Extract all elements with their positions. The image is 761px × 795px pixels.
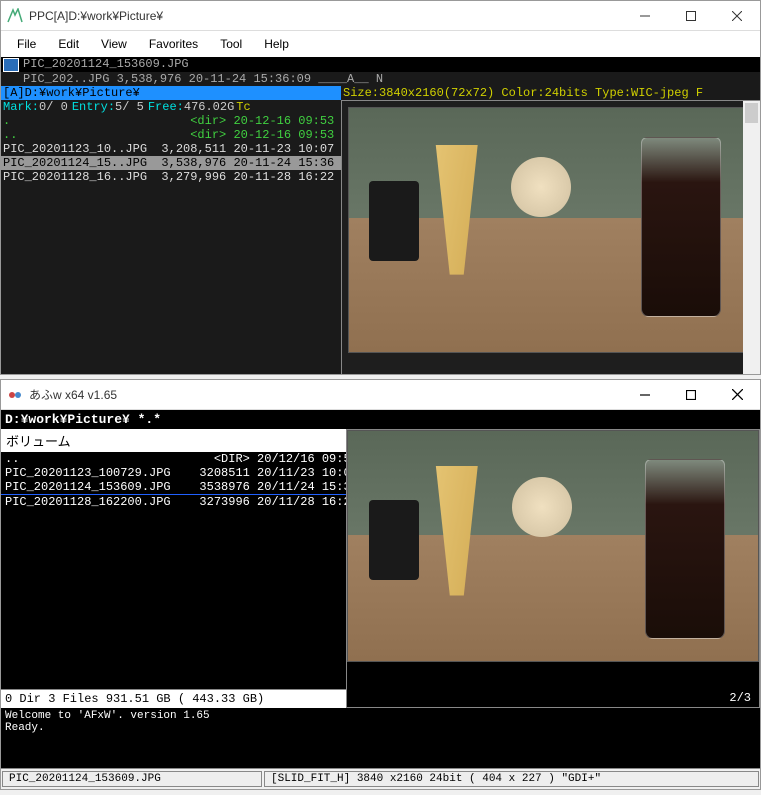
- entry-label: Entry:: [72, 100, 115, 114]
- ppc-menubar: File Edit View Favorites Tool Help: [1, 31, 760, 57]
- afx-title: あふw x64 v1.65: [29, 386, 622, 403]
- file-row[interactable]: .. <DIR> 20/12/16 09:53:34: [1, 452, 346, 466]
- mark-value: 0/ 0: [39, 100, 68, 114]
- afx-log-line: Welcome to 'AFxW'. version 1.65: [5, 710, 756, 722]
- entry-value: 5/ 5: [115, 100, 144, 114]
- preview-image: [348, 107, 754, 353]
- ppc-path[interactable]: [A]D:¥work¥Picture¥: [1, 86, 341, 100]
- afx-image-counter: 2/3: [725, 691, 755, 705]
- file-row[interactable]: PIC_20201124_15..JPG 3,538,976 20-11-24 …: [1, 156, 341, 170]
- ppc-title: PPC[A]D:¥work¥Picture¥: [29, 9, 622, 23]
- file-row[interactable]: .. <dir> 20-12-16 09:53: [1, 128, 341, 142]
- afx-status: 0 Dir 3 Files 931.51 GB ( 443.33 GB): [1, 689, 346, 708]
- menu-view[interactable]: View: [91, 33, 137, 55]
- afx-status-filename: PIC_20201124_153609.JPG: [2, 771, 262, 787]
- tc-label: Tc: [236, 100, 250, 114]
- afx-preview-image: [347, 430, 759, 662]
- ppc-preview-pane: [341, 100, 760, 374]
- afx-statusbar: PIC_20201124_153609.JPG [SLID_FIT_H] 384…: [1, 768, 760, 789]
- menu-favorites[interactable]: Favorites: [139, 33, 208, 55]
- ppc-top-filename: PIC_20201124_153609.JPG: [23, 57, 189, 72]
- close-button[interactable]: [714, 1, 760, 31]
- maximize-button[interactable]: [668, 1, 714, 31]
- afx-volume-label: ボリューム: [1, 429, 346, 452]
- afx-status-mode: [SLID_FIT_H] 3840 x2160 24bit ( 404 x 22…: [264, 771, 759, 787]
- afx-close-button[interactable]: [714, 380, 760, 410]
- ppc-preview-info: Size:3840x2160(72x72) Color:24bits Type:…: [341, 86, 760, 100]
- file-row[interactable]: PIC_20201123_100729.JPG 3208511 20/11/23…: [1, 466, 346, 480]
- afx-log-line: Ready.: [5, 722, 756, 734]
- afx-titlebar[interactable]: あふw x64 v1.65: [1, 380, 760, 410]
- file-row[interactable]: PIC_20201128_16..JPG 3,279,996 20-11-28 …: [1, 170, 341, 184]
- afx-window: あふw x64 v1.65 D:¥work¥Picture¥ *.* ボリューム…: [0, 379, 761, 790]
- ppc-titlebar[interactable]: PPC[A]D:¥work¥Picture¥: [1, 1, 760, 31]
- preview-scrollbar[interactable]: [743, 101, 760, 374]
- ppc-body: PIC_20201124_153609.JPG PIC_202..JPG 3,5…: [1, 57, 760, 374]
- afx-body: D:¥work¥Picture¥ *.* ボリューム .. <DIR> 20/1…: [1, 410, 760, 768]
- file-type-icon: [3, 58, 19, 72]
- ppc-top-detail: PIC_202..JPG 3,538,976 20-11-24 15:36:09…: [1, 72, 760, 86]
- menu-edit[interactable]: Edit: [48, 33, 89, 55]
- file-row[interactable]: . <dir> 20-12-16 09:53: [1, 114, 341, 128]
- file-row[interactable]: PIC_20201128_162200.JPG 3273996 20/11/28…: [1, 495, 346, 509]
- afx-app-icon: [7, 387, 23, 403]
- app-icon: [7, 8, 23, 24]
- afx-maximize-button[interactable]: [668, 380, 714, 410]
- afx-log: Welcome to 'AFxW'. version 1.65 Ready.: [1, 708, 760, 768]
- afx-file-list[interactable]: ボリューム .. <DIR> 20/12/16 09:53:34PIC_2020…: [1, 429, 346, 708]
- scroll-up-icon[interactable]: [745, 103, 758, 123]
- menu-help[interactable]: Help: [254, 33, 299, 55]
- menu-tool[interactable]: Tool: [210, 33, 252, 55]
- free-label: Free:: [148, 100, 184, 114]
- mark-label: Mark:: [3, 100, 39, 114]
- afx-minimize-button[interactable]: [622, 380, 668, 410]
- ppc-file-list[interactable]: Mark: 0/ 0 Entry: 5/ 5 Free: 476.02G Tc …: [1, 100, 341, 374]
- minimize-button[interactable]: [622, 1, 668, 31]
- file-row[interactable]: PIC_20201124_153609.JPG 3538976 20/11/24…: [1, 480, 346, 495]
- file-row[interactable]: PIC_20201123_10..JPG 3,208,511 20-11-23 …: [1, 142, 341, 156]
- menu-file[interactable]: File: [7, 33, 46, 55]
- free-value: 476.02G: [184, 100, 234, 114]
- ppc-window: PPC[A]D:¥work¥Picture¥ File Edit View Fa…: [0, 0, 761, 375]
- afx-preview-pane: 2/3: [346, 429, 760, 708]
- afx-path[interactable]: D:¥work¥Picture¥ *.*: [1, 410, 760, 429]
